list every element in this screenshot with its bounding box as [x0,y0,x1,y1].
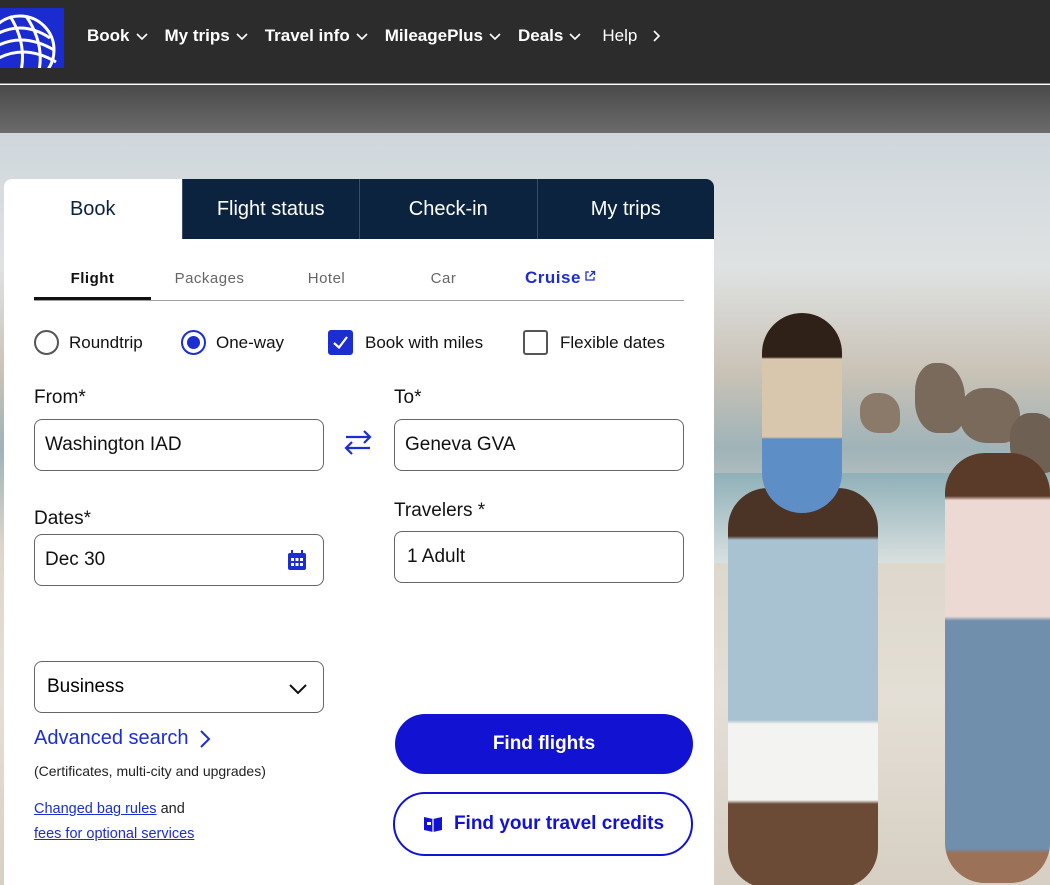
nav-my-trips[interactable]: My trips [165,26,249,46]
dates-input[interactable]: Dec 30 [34,534,324,586]
united-globe-logo[interactable] [0,8,64,68]
bag-info-links: Changed bag rules and fees for optional … [34,797,194,847]
advanced-search-label: Advanced search [34,727,189,749]
nav-travel-info-label: Travel info [264,26,350,45]
person-father [728,488,878,885]
rock [915,363,965,433]
nav-help[interactable]: Help [602,26,663,46]
to-input[interactable]: Geneva GVA [394,419,684,471]
person-mother [945,453,1050,883]
book-with-miles-label: Book with miles [365,332,484,352]
chevron-right-icon [653,30,661,42]
person-child [762,313,842,513]
from-label: From* [34,387,86,408]
cabin-class-value: Business [47,676,125,697]
changed-bag-rules-link[interactable]: Changed bag rules [34,801,157,817]
tab-flight-label: Flight [70,270,115,287]
radio-circle-icon [34,330,59,355]
tab-cruise-label: Cruise [525,268,581,287]
travelers-label: Travelers * [394,500,486,521]
roundtrip-radio[interactable]: Roundtrip [34,330,143,355]
main-tabs: Book Flight status Check-in My trips [4,179,714,239]
radio-selected-icon [181,330,206,355]
from-input[interactable]: Washington IAD [34,419,324,471]
tab-hotel-label: Hotel [307,270,346,287]
find-flights-button[interactable]: Find flights [395,714,693,774]
tab-check-in-label: Check-in [408,197,488,220]
tab-book-label: Book [69,197,116,220]
chevron-down-icon [569,33,581,41]
nav-book-label: Book [87,26,130,45]
from-value: Washington IAD [45,434,182,455]
book-with-miles-checkbox[interactable]: Book with miles [328,330,483,355]
tab-my-trips[interactable]: My trips [536,179,714,239]
tab-my-trips-label: My trips [590,197,661,220]
external-link-icon [585,270,596,281]
calendar-icon[interactable] [287,549,307,571]
tab-packages[interactable]: Packages [151,267,268,300]
nav-book[interactable]: Book [87,26,149,46]
booking-widget: Book Flight status Check-in My trips Fli… [4,179,714,885]
nav-mileageplus-label: MileagePlus [384,26,483,45]
tab-flight[interactable]: Flight [34,267,151,300]
trip-options: Roundtrip One-way Book with miles Flexib… [34,330,694,360]
advanced-search-link[interactable]: Advanced search [34,727,213,750]
dates-label: Dates* [34,508,92,529]
chevron-down-icon [289,684,307,695]
tab-hotel[interactable]: Hotel [268,267,385,300]
checkbox-empty-icon [523,330,548,355]
checkbox-checked-icon [328,330,353,355]
tab-car[interactable]: Car [385,267,502,300]
tab-packages-label: Packages [174,270,245,287]
tab-flight-status[interactable]: Flight status [181,179,359,239]
tab-cruise[interactable]: Cruise [502,267,619,300]
find-travel-credits-button[interactable]: Find your travel credits [393,792,693,856]
nav-deals-label: Deals [517,26,564,45]
tab-flight-status-label: Flight status [216,197,325,220]
flexible-dates-checkbox[interactable]: Flexible dates [523,330,665,355]
to-value: Geneva GVA [405,434,516,455]
cabin-class-select[interactable]: Business [34,661,324,713]
product-tabs: Flight Packages Hotel Car Cruise [34,267,684,301]
nav-travel-info[interactable]: Travel info [265,26,369,46]
nav-mileageplus[interactable]: MileagePlus [385,26,502,46]
oneway-radio[interactable]: One-way [181,330,284,355]
chevron-right-icon [199,729,210,748]
tab-car-label: Car [430,270,457,287]
find-flights-label: Find flights [492,733,596,754]
travelers-value: 1 Adult [407,546,466,567]
travelers-input[interactable]: 1 Adult [394,531,684,583]
advanced-search-note: (Certificates, multi-city and upgrades) [34,763,266,779]
nav-help-label: Help [602,26,638,45]
and-text: and [160,801,185,817]
roundtrip-label: Roundtrip [69,332,143,352]
travel-credit-icon [423,817,442,832]
tab-book[interactable]: Book [4,179,182,239]
oneway-label: One-way [216,332,285,352]
to-label: To* [394,387,422,408]
nav-deals[interactable]: Deals [518,26,582,46]
header-subbar [0,85,1050,133]
optional-fees-link[interactable]: fees for optional services [34,826,194,842]
global-header: Book My trips Travel info MileagePlus De… [0,0,1050,84]
find-travel-credits-label: Find your travel credits [453,813,665,834]
tab-check-in[interactable]: Check-in [359,179,537,239]
dates-value: Dec 30 [45,549,106,570]
chevron-down-icon [135,33,148,41]
chevron-down-icon [489,33,501,41]
flexible-dates-label: Flexible dates [560,332,665,352]
swap-airports-icon[interactable] [340,424,376,460]
rock [860,393,900,433]
main-nav: Book My trips Travel info MileagePlus De… [87,26,679,46]
chevron-down-icon [356,33,368,41]
nav-my-trips-label: My trips [164,26,230,45]
chevron-down-icon [236,33,248,41]
